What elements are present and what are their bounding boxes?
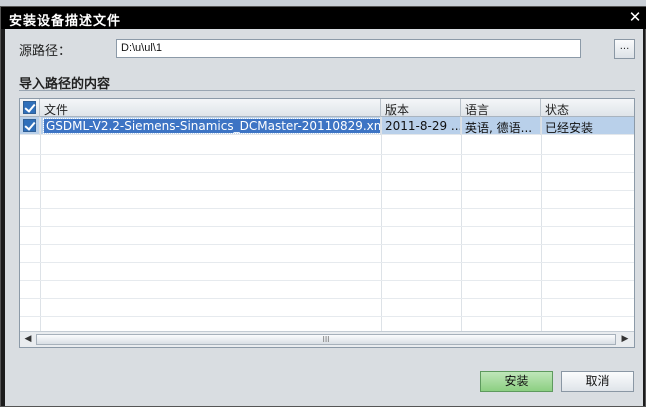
scroll-left-icon[interactable]: ◀ — [21, 333, 35, 346]
scroll-thumb[interactable]: III — [36, 334, 616, 345]
grid-line — [20, 280, 634, 281]
row-status-cell: 已经安装 — [545, 121, 594, 135]
dialog-body: 源路径： D:\u\ul\1 ... 导入路径的内容 文件 版本 语言 状态 G… — [5, 29, 643, 406]
header-select-all[interactable] — [20, 99, 40, 117]
source-path-input[interactable]: D:\u\ul\1 — [116, 39, 581, 58]
horizontal-scrollbar[interactable]: ◀ III ▶ — [20, 331, 634, 347]
grid-line — [20, 154, 634, 155]
grid-line — [20, 190, 634, 191]
column-header-language[interactable]: 语言 — [461, 99, 541, 117]
row-select-cell[interactable] — [20, 117, 40, 135]
grid-line — [20, 226, 634, 227]
grid-line — [20, 298, 634, 299]
grid-line — [20, 172, 634, 173]
row-language-cell: 英语, 德语... — [461, 117, 541, 135]
column-header-file[interactable]: 文件 — [40, 99, 381, 117]
row-file-name: GSDML-V2.2-Siemens-Sinamics_DCMaster-201… — [43, 118, 380, 134]
file-table: 文件 版本 语言 状态 GSDML-V2.2-Siemens-Sinamics_… — [19, 98, 635, 348]
grid-line — [20, 244, 634, 245]
install-gsd-dialog: 安装设备描述文件 ✕ 源路径： D:\u\ul\1 ... 导入路径的内容 文件… — [0, 6, 646, 407]
close-icon[interactable]: ✕ — [627, 9, 643, 25]
grid-line — [20, 316, 634, 317]
column-header-version[interactable]: 版本 — [381, 99, 461, 117]
dialog-title: 安装设备描述文件 — [9, 14, 122, 29]
install-button[interactable]: 安装 — [480, 371, 553, 392]
grid-line — [20, 262, 634, 263]
row-checkbox[interactable] — [23, 119, 36, 132]
table-header: 文件 版本 语言 状态 — [20, 99, 634, 117]
grid-line — [20, 208, 634, 209]
dialog-titlebar: 安装设备描述文件 ✕ — [1, 7, 646, 29]
scroll-right-icon[interactable]: ▶ — [618, 333, 632, 346]
section-divider — [19, 90, 635, 91]
browse-button[interactable]: ... — [614, 39, 635, 59]
select-all-checkbox[interactable] — [23, 101, 36, 114]
column-header-status[interactable]: 状态 — [541, 99, 634, 117]
table-row[interactable]: GSDML-V2.2-Siemens-Sinamics_DCMaster-201… — [20, 117, 634, 135]
row-version-cell: 2011-8-29 ... — [381, 117, 461, 135]
cancel-button[interactable]: 取消 — [561, 371, 634, 392]
source-path-label: 源路径： — [19, 44, 72, 59]
row-file-cell[interactable]: GSDML-V2.2-Siemens-Sinamics_DCMaster-201… — [40, 117, 381, 135]
